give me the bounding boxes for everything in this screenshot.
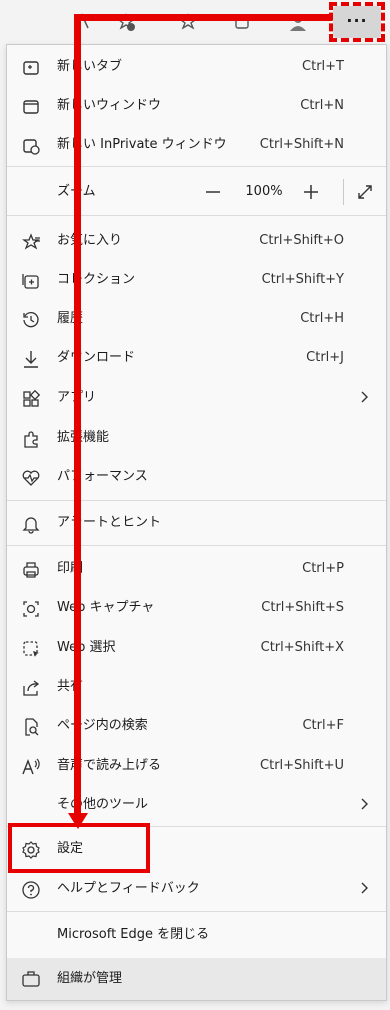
- chevron-right-icon: [361, 798, 368, 810]
- fullscreen-icon[interactable]: [355, 182, 375, 202]
- extensions-puzzle-icon: [24, 431, 38, 448]
- menu-item-web-capture[interactable]: Web キャプチャ Ctrl+Shift+S: [7, 589, 386, 627]
- managed-by-organization[interactable]: 組織が管理: [7, 958, 386, 1000]
- menu-item-apps[interactable]: アプリ: [7, 379, 386, 417]
- menu-item-find[interactable]: ページ内の検索 Ctrl+F: [7, 707, 386, 745]
- highlight-more-button-dashed-box: [329, 2, 385, 42]
- menu-item-shortcut: Ctrl+F: [302, 718, 344, 733]
- menu-item-help[interactable]: ヘルプとフィードバック: [7, 870, 386, 908]
- menu-item-share[interactable]: 共有: [7, 668, 386, 706]
- menu-item-label: 新しいウィンドウ: [57, 98, 162, 113]
- highlight-settings-box: [8, 823, 150, 873]
- menu-item-read-aloud[interactable]: 音声で読み上げる Ctrl+Shift+U: [7, 747, 386, 785]
- menu-item-shortcut: Ctrl+T: [302, 59, 344, 74]
- chevron-right-icon: [361, 882, 368, 894]
- menu-separator: [7, 545, 386, 546]
- menu-item-label: パフォーマンス: [57, 469, 148, 484]
- menu-separator: [7, 911, 386, 912]
- menu-item-more-tools[interactable]: その他のツール: [7, 786, 386, 824]
- menu-separator: [7, 166, 386, 167]
- menu-item-label: 拡張機能: [57, 430, 110, 445]
- menu-item-favorites[interactable]: お気に入り Ctrl+Shift+O: [7, 222, 386, 260]
- menu-separator: [7, 500, 386, 501]
- menu-item-label: ヘルプとフィードバック: [57, 881, 200, 896]
- menu-item-extensions[interactable]: 拡張機能: [7, 419, 386, 457]
- menu-item-close-edge[interactable]: Microsoft Edge を閉じる: [7, 916, 386, 954]
- menu-item-downloads[interactable]: ダウンロード Ctrl+J: [7, 339, 386, 377]
- menu-item-shortcut: Ctrl+H: [300, 311, 344, 326]
- menu-item-label: お気に入り: [57, 233, 123, 248]
- menu-item-shortcut: Ctrl+Shift+X: [260, 640, 344, 655]
- favorites-star-icon: [22, 233, 40, 250]
- briefcase-icon: [22, 971, 40, 987]
- menu-item-label: ダウンロード: [57, 350, 136, 365]
- chevron-right-icon: [361, 391, 368, 403]
- zoom-in-button[interactable]: [301, 182, 321, 202]
- read-aloud-icon: [22, 758, 40, 775]
- help-question-icon: [22, 881, 40, 899]
- menu-item-new-window[interactable]: 新しいウィンドウ Ctrl+N: [7, 87, 386, 125]
- menu-item-zoom: ズーム 100%: [7, 173, 386, 211]
- history-clock-icon: [23, 312, 39, 328]
- annotation-arrow-horizontal: [74, 14, 332, 21]
- menu-item-label: Microsoft Edge を閉じる: [57, 927, 210, 942]
- menu-item-shortcut: Ctrl+Shift+O: [259, 233, 344, 248]
- menu-separator: [7, 215, 386, 216]
- new-window-icon: [23, 100, 39, 114]
- menu-item-new-inprivate[interactable]: 新しい InPrivate ウィンドウ Ctrl+Shift+N: [7, 126, 386, 164]
- menu-item-label: Web 選択: [57, 640, 116, 655]
- printer-icon: [23, 562, 39, 578]
- menu-item-shortcut: Ctrl+Shift+U: [260, 758, 344, 773]
- menu-item-collections[interactable]: コレクション Ctrl+Shift+Y: [7, 261, 386, 299]
- apps-grid-icon: [23, 389, 41, 407]
- menu-item-shortcut: Ctrl+Shift+N: [259, 137, 344, 152]
- menu-item-shortcut: Ctrl+Shift+Y: [261, 272, 344, 287]
- menu-item-label: 新しい InPrivate ウィンドウ: [57, 137, 227, 152]
- menu-item-label: アラートとヒント: [57, 515, 162, 530]
- menu-item-performance[interactable]: パフォーマンス: [7, 458, 386, 496]
- menu-item-print[interactable]: 印刷 Ctrl+P: [7, 550, 386, 588]
- menu-item-label: 音声で読み上げる: [57, 758, 162, 773]
- web-select-icon: [23, 641, 39, 657]
- share-icon: [23, 680, 40, 696]
- collections-icon: [22, 274, 39, 289]
- zoom-out-button[interactable]: [203, 182, 223, 202]
- managed-label: 組織が管理: [57, 971, 123, 986]
- menu-item-history[interactable]: 履歴 Ctrl+H: [7, 300, 386, 338]
- bell-icon: [22, 517, 40, 534]
- download-icon: [24, 351, 38, 368]
- zoom-level: 100%: [245, 184, 283, 199]
- menu-item-web-select[interactable]: Web 選択 Ctrl+Shift+X: [7, 629, 386, 667]
- web-capture-icon: [23, 601, 39, 617]
- annotation-arrow-vertical: [74, 14, 81, 816]
- inprivate-window-icon: [23, 139, 40, 155]
- find-in-page-icon: [25, 718, 39, 736]
- menu-item-shortcut: Ctrl+J: [306, 350, 344, 365]
- menu-item-label: コレクション: [57, 272, 136, 287]
- menu-item-label: ページ内の検索: [57, 718, 148, 733]
- performance-heart-icon: [22, 470, 40, 486]
- menu-item-label: Web キャプチャ: [57, 600, 155, 615]
- menu-item-shortcut: Ctrl+Shift+S: [261, 600, 344, 615]
- new-tab-icon: [23, 61, 39, 75]
- menu-item-shortcut: Ctrl+N: [300, 98, 344, 113]
- zoom-divider: [343, 179, 344, 205]
- menu-item-label: 新しいタブ: [57, 59, 123, 74]
- menu-item-new-tab[interactable]: 新しいタブ Ctrl+T: [7, 48, 386, 86]
- menu-item-alerts[interactable]: アラートとヒント: [7, 504, 386, 542]
- menu-item-shortcut: Ctrl+P: [302, 561, 344, 576]
